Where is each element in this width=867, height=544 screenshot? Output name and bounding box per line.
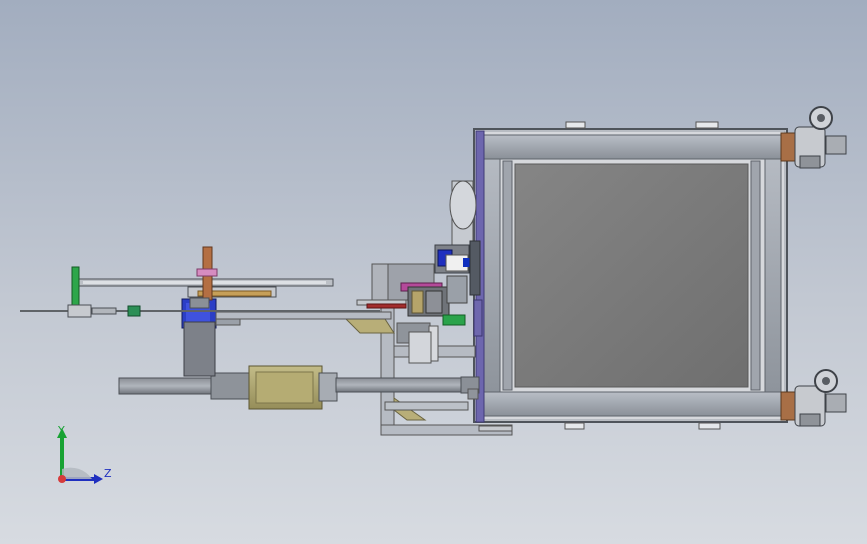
cad-viewport[interactable]: Y Z (0, 0, 867, 544)
coordinate-triad: Y Z (57, 424, 112, 484)
caster-wheel-bottom (780, 369, 847, 427)
main-frame (473, 128, 788, 423)
triad-y-label: Y (57, 424, 65, 437)
caster-wheel-top (780, 106, 847, 169)
cad-model-canvas[interactable]: Y Z (0, 0, 867, 544)
upper-arm-assembly (77, 278, 392, 377)
triad-z-label: Z (104, 467, 112, 480)
